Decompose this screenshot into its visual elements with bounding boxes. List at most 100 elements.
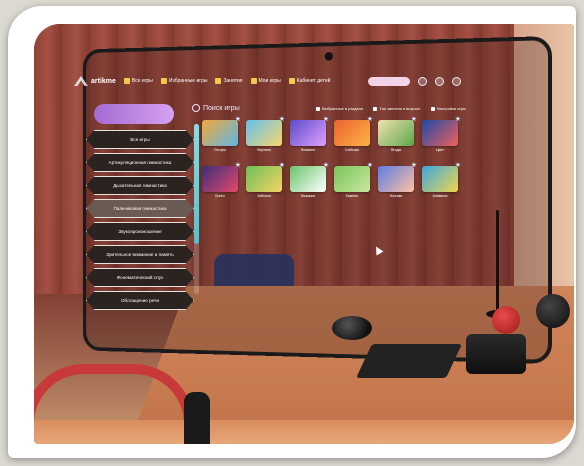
game-label: Ягоды bbox=[390, 148, 402, 152]
favorite-star-icon[interactable]: ★ bbox=[235, 116, 241, 123]
game-card[interactable]: ★ Фламинг bbox=[290, 116, 329, 152]
game-card[interactable]: ★ Анимали bbox=[422, 162, 461, 198]
game-thumbnail[interactable]: ★ bbox=[202, 162, 241, 192]
game-card[interactable]: ★ Мышики bbox=[290, 162, 329, 198]
game-card[interactable]: ★ Нюхики bbox=[378, 162, 417, 198]
game-thumbnail[interactable]: ★ bbox=[422, 162, 461, 192]
game-card[interactable]: ★ Цвет bbox=[422, 116, 461, 152]
favorite-star-icon[interactable]: ★ bbox=[455, 116, 461, 123]
gear-icon bbox=[430, 106, 435, 111]
menu-item-finger-gymnastics[interactable]: Пальчиковая гимнастика bbox=[86, 199, 194, 218]
search-icon bbox=[192, 104, 200, 112]
game-thumbnail[interactable]: ★ bbox=[422, 116, 461, 146]
game-card[interactable]: ★ Зайчики bbox=[246, 162, 285, 198]
nav-label: Мои игры bbox=[258, 78, 281, 84]
menu-item-speech-enrichment[interactable]: Обогащение речи bbox=[86, 291, 194, 310]
favorite-star-icon[interactable]: ★ bbox=[411, 162, 417, 169]
menu-title bbox=[94, 104, 174, 124]
folder-icon bbox=[250, 78, 257, 84]
nav-my-games[interactable]: Мои игры bbox=[250, 78, 281, 84]
game-label: Анимали bbox=[432, 194, 448, 198]
photo-frame: artikme Все игры Избранные игры Занятия … bbox=[8, 6, 576, 458]
filter-label: Тип занятия и возраст bbox=[379, 106, 421, 111]
book-icon bbox=[215, 78, 222, 84]
profile-pill[interactable] bbox=[368, 76, 411, 86]
game-search[interactable]: Поиск игры bbox=[192, 104, 240, 112]
menu-item-breathing[interactable]: Дыхательная гимнастика bbox=[86, 176, 194, 195]
game-label: Сабочки bbox=[344, 148, 360, 152]
filter-selected[interactable]: Выбранные в разделе bbox=[316, 106, 363, 111]
nav-label: Избранные игры bbox=[168, 78, 208, 84]
favorite-star-icon[interactable]: ★ bbox=[235, 162, 241, 169]
exit-icon[interactable] bbox=[452, 76, 462, 86]
nav-favorite-games[interactable]: Избранные игры bbox=[160, 78, 208, 84]
favorite-star-icon[interactable]: ★ bbox=[279, 162, 285, 169]
menu-scrollbar[interactable] bbox=[194, 124, 199, 294]
microphone bbox=[496, 210, 499, 316]
filter-game-settings[interactable]: Настройки игры bbox=[430, 106, 467, 111]
menu-item-articulation[interactable]: Артикуляционная гимнастика bbox=[86, 153, 194, 172]
nav-kids-cabinet[interactable]: Кабинет детей bbox=[288, 78, 330, 84]
floor bbox=[34, 420, 574, 444]
favorite-star-icon[interactable]: ★ bbox=[455, 162, 461, 169]
button-box bbox=[466, 334, 526, 374]
game-label: Вертики bbox=[257, 148, 271, 152]
game-thumbnail[interactable]: ★ bbox=[246, 162, 285, 192]
game-card[interactable]: ★ Вертики bbox=[246, 116, 285, 152]
game-card[interactable]: ★ Ягоды bbox=[378, 116, 417, 152]
category-menu: Все игры Артикуляционная гимнастика Дыха… bbox=[86, 130, 194, 310]
nav-all-games[interactable]: Все игры bbox=[123, 78, 153, 84]
menu-item-all-games[interactable]: Все игры bbox=[86, 130, 194, 149]
game-thumbnail[interactable]: ★ bbox=[378, 116, 417, 146]
game-card[interactable]: ★ Камень bbox=[334, 162, 373, 198]
game-label: Фламинг bbox=[300, 148, 316, 152]
favorite-star-icon[interactable]: ★ bbox=[323, 116, 329, 123]
black-ball bbox=[536, 294, 570, 328]
game-thumbnail[interactable]: ★ bbox=[246, 116, 285, 146]
checkbox-icon bbox=[316, 106, 320, 111]
game-card[interactable]: ★ Отгоры bbox=[202, 116, 241, 152]
app-logo: artikme bbox=[74, 76, 116, 86]
game-label: Бинго bbox=[215, 194, 225, 198]
games-grid: ★ Отгоры ★ Вертики ★ Фламинг ★ Сабочки ★ Ягоды ★ Цв… bbox=[202, 116, 462, 198]
computer-mouse bbox=[332, 316, 372, 340]
menu-item-visual-attention[interactable]: Зрительное внимание и память bbox=[86, 245, 194, 264]
scrollbar-thumb[interactable] bbox=[194, 124, 199, 244]
favorite-star-icon[interactable]: ★ bbox=[279, 116, 285, 123]
search-label: Поиск игры bbox=[203, 104, 240, 112]
filter-label: Выбранные в разделе bbox=[322, 106, 364, 111]
logo-icon bbox=[74, 76, 88, 86]
star-icon bbox=[160, 78, 167, 84]
filter-label: Настройки игры bbox=[436, 106, 467, 111]
game-thumbnail[interactable]: ★ bbox=[334, 116, 373, 146]
photo: artikme Все игры Избранные игры Занятия … bbox=[34, 24, 574, 444]
nav-label: Все игры bbox=[131, 78, 153, 84]
favorite-star-icon[interactable]: ★ bbox=[323, 162, 329, 169]
game-thumbnail[interactable]: ★ bbox=[290, 162, 329, 192]
tablet-pad bbox=[356, 344, 462, 378]
menu-item-phonemic-hearing[interactable]: Фонематический слух bbox=[86, 268, 194, 287]
nav-label: Занятия bbox=[223, 78, 243, 84]
favorite-star-icon[interactable]: ★ bbox=[411, 116, 417, 123]
game-label: Камень bbox=[345, 194, 359, 198]
gamepad-icon bbox=[123, 78, 130, 84]
game-card[interactable]: ★ Бинго bbox=[202, 162, 241, 198]
settings-icon[interactable] bbox=[418, 76, 428, 86]
user-icon bbox=[288, 78, 295, 84]
filter-bar: Выбранные в разделе Тип занятия и возрас… bbox=[316, 106, 466, 111]
game-label: Отгоры bbox=[213, 148, 227, 152]
game-card[interactable]: ★ Сабочки bbox=[334, 116, 373, 152]
favorite-star-icon[interactable]: ★ bbox=[367, 162, 373, 169]
filter-type-age[interactable]: Тип занятия и возраст bbox=[373, 106, 421, 111]
game-thumbnail[interactable]: ★ bbox=[202, 116, 241, 146]
logo-text: artikme bbox=[91, 77, 116, 85]
game-label: Нюхики bbox=[389, 194, 403, 198]
menu-item-pronunciation[interactable]: Звукопроизношение bbox=[86, 222, 194, 241]
nav-lessons[interactable]: Занятия bbox=[215, 78, 243, 84]
game-thumbnail[interactable]: ★ bbox=[290, 116, 329, 146]
help-icon[interactable] bbox=[435, 76, 445, 86]
game-thumbnail[interactable]: ★ bbox=[334, 162, 373, 192]
game-thumbnail[interactable]: ★ bbox=[378, 162, 417, 192]
favorite-star-icon[interactable]: ★ bbox=[367, 116, 373, 123]
game-label: Зайчики bbox=[257, 194, 271, 198]
